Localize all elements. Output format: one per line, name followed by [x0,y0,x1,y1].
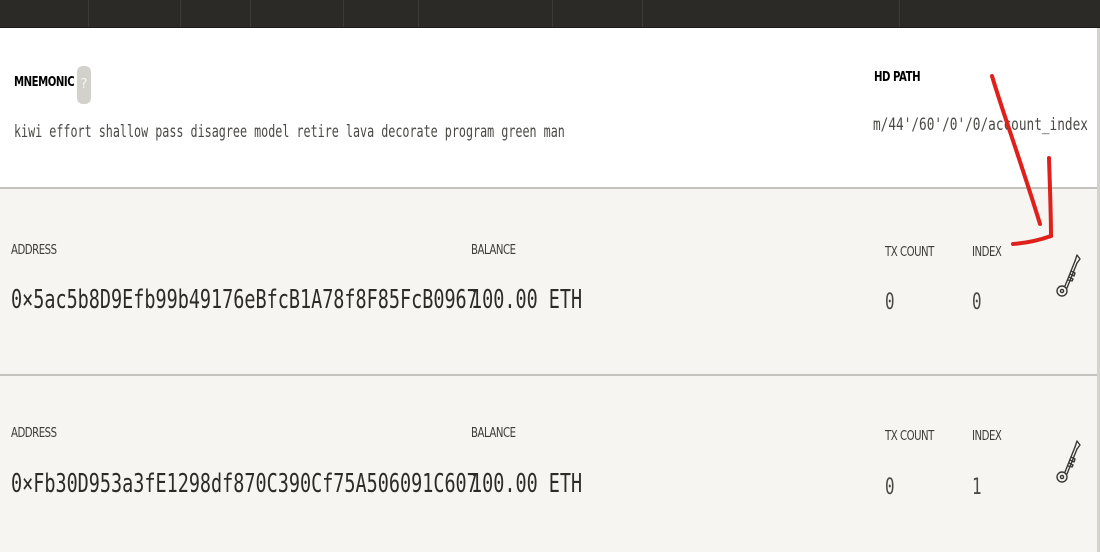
topbar-divider [88,0,89,27]
show-private-key-button[interactable] [1056,437,1082,491]
mnemonic-phrase: kiwi effort shallow pass disagree model … [14,122,565,142]
index-label: INDEX [972,429,1002,444]
index-value: 1 [972,475,982,500]
balance-label: BALANCE [471,243,516,258]
balance-label: BALANCE [471,426,516,441]
index-label: INDEX [972,245,1002,260]
mnemonic-label: MNEMONIC [14,75,75,90]
topbar-divider [418,0,419,27]
topbar-divider [250,0,251,27]
balance-value: 100.00 ETH [471,285,583,315]
address-label: ADDRESS [11,243,57,258]
index-value: 0 [972,290,982,315]
topbar-divider [180,0,181,27]
account-row: ADDRESS 0×5ac5b8D9Efb99b49176eBfcB1A78f8… [0,187,1097,375]
address-value: 0×5ac5b8D9Efb99b49176eBfcB1A78f8F85FcB09… [11,285,478,315]
tx-count-label: TX COUNT [885,429,934,444]
tx-count-value: 0 [885,475,895,500]
show-private-key-button[interactable] [1056,251,1082,305]
topbar-divider [552,0,553,27]
tx-count-label: TX COUNT [885,245,934,260]
address-value: 0×Fb30D953a3fE1298df870C390Cf75A506091C6… [11,469,478,499]
address-label: ADDRESS [11,426,57,441]
top-navigation-bar [0,0,1100,28]
tx-count-value: 0 [885,290,895,315]
ganache-accounts-page: MNEMONIC ? kiwi effort shallow pass disa… [0,0,1100,552]
key-icon [1056,254,1081,297]
topbar-divider [899,0,900,27]
mnemonic-header: MNEMONIC ? kiwi effort shallow pass disa… [0,28,1097,187]
topbar-divider [343,0,344,27]
account-row: ADDRESS 0×Fb30D953a3fE1298df870C390Cf75A… [0,374,1097,552]
hd-path-value: m/44'/60'/0'/0/account_index [873,115,1088,135]
topbar-divider [642,0,643,27]
hd-path-label: HD PATH [874,70,921,85]
help-button[interactable]: ? [77,66,91,104]
key-icon [1056,440,1081,483]
balance-value: 100.00 ETH [471,469,583,499]
